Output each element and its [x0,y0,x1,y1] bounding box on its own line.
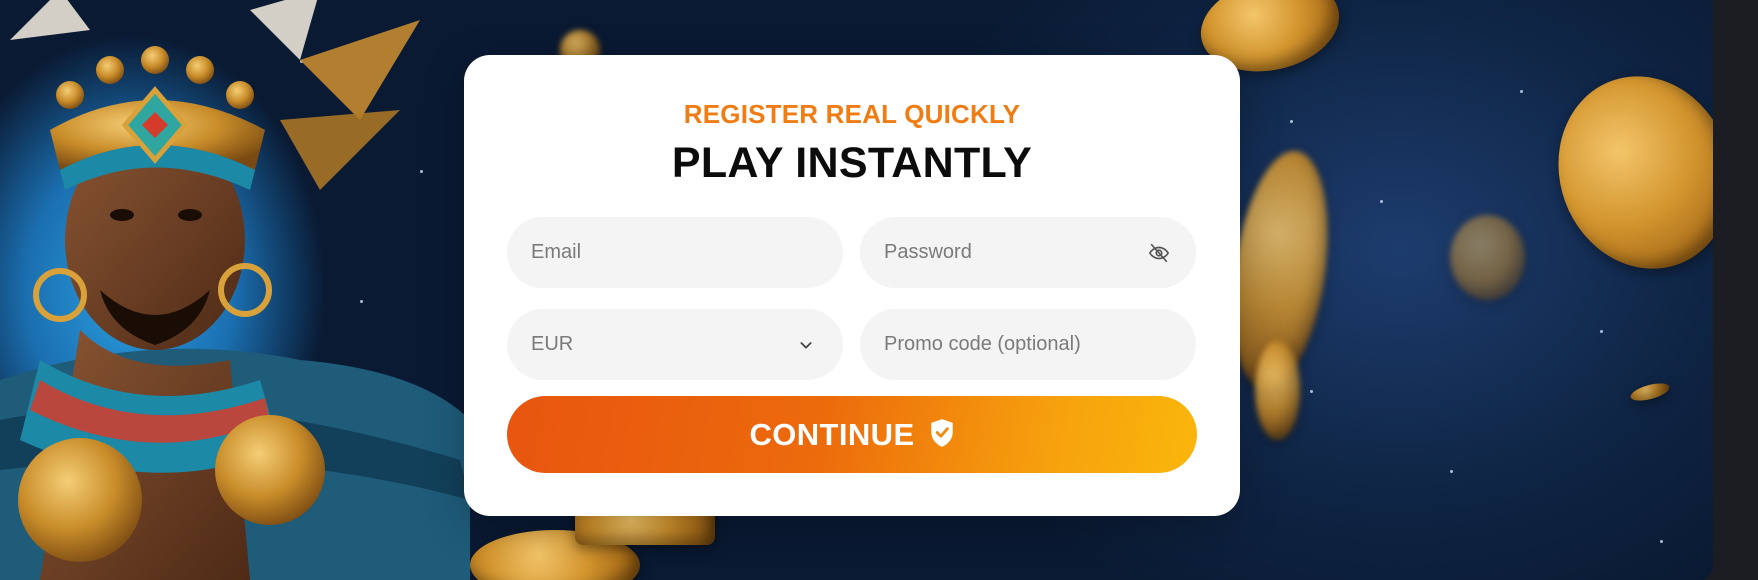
registration-card: REGISTER REAL QUICKLY PLAY INSTANTLY EUR [464,55,1240,516]
star [1380,200,1383,203]
gold-coin-decoration [1255,340,1300,440]
continue-button-label: CONTINUE [749,416,915,452]
email-input[interactable] [531,241,819,264]
currency-select[interactable]: EUR [507,309,843,380]
email-field[interactable] [507,217,843,288]
chevron-down-icon [793,332,819,358]
warrior-character-illustration [0,0,470,580]
continue-button[interactable]: CONTINUE [507,396,1197,473]
gold-coin-decoration [1628,380,1672,404]
star [1450,470,1453,473]
shield-check-icon [929,418,955,451]
gold-coin-decoration [1531,51,1713,294]
eye-off-icon[interactable] [1146,240,1172,266]
star [1310,390,1313,393]
star [1290,120,1293,123]
gold-coin-decoration [1450,215,1525,300]
star [1660,540,1663,543]
play-instantly-heading: PLAY INSTANTLY [671,139,1033,187]
password-input[interactable] [884,241,1146,264]
promo-code-input[interactable] [884,333,1172,356]
page: REGISTER REAL QUICKLY PLAY INSTANTLY EUR [0,0,1758,580]
password-field[interactable] [860,217,1196,288]
register-eyebrow-text: REGISTER REAL QUICKLY [683,99,1021,129]
star [1520,90,1523,93]
star [1600,330,1603,333]
hero-banner: REGISTER REAL QUICKLY PLAY INSTANTLY EUR [0,0,1713,580]
currency-selected-value: EUR [531,333,574,355]
promo-code-field[interactable] [860,309,1196,380]
